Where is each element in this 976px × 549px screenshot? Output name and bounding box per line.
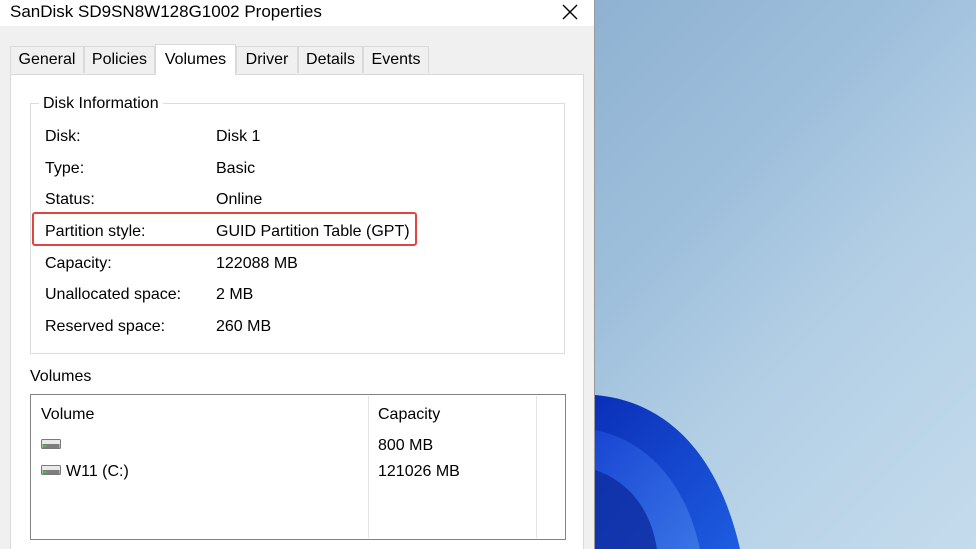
tab-general[interactable]: General	[10, 46, 84, 73]
close-button[interactable]	[556, 0, 584, 24]
volume-capacity[interactable]: 121026 MB	[378, 463, 460, 481]
disk-information-heading: Disk Information	[39, 95, 163, 113]
capacity-label: Capacity:	[45, 255, 112, 272]
window-title: SanDisk SD9SN8W128G1002 Properties	[10, 2, 322, 21]
tab-volumes[interactable]: Volumes	[155, 44, 236, 75]
capacity-value: 122088 MB	[216, 255, 298, 272]
reserved-space-value: 260 MB	[216, 318, 272, 335]
volume-name[interactable]: W11 (C:)	[66, 463, 129, 481]
tab-driver[interactable]: Driver	[236, 46, 298, 73]
disk-value: Disk 1	[216, 128, 261, 145]
tab-policies[interactable]: Policies	[84, 46, 155, 73]
reserved-space-label: Reserved space:	[45, 318, 166, 335]
wallpaper-bloom	[595, 395, 740, 549]
drive-icon	[41, 439, 61, 449]
properties-dialog: SanDisk SD9SN8W128G1002 Properties Gener…	[0, 0, 595, 549]
tab-details[interactable]: Details	[298, 46, 363, 73]
tab-events[interactable]: Events	[363, 46, 429, 73]
column-divider[interactable]	[536, 396, 537, 538]
drive-icon	[41, 465, 61, 475]
status-label: Status:	[45, 191, 95, 208]
partition-style-value: GUID Partition Table (GPT)	[216, 223, 410, 240]
volumes-heading: Volumes	[30, 368, 92, 385]
title-bar: SanDisk SD9SN8W128G1002 Properties	[0, 0, 594, 26]
column-header-capacity[interactable]: Capacity	[378, 406, 440, 424]
unallocated-space-label: Unallocated space:	[45, 286, 182, 303]
partition-style-label: Partition style:	[45, 223, 146, 240]
type-value: Basic	[216, 160, 256, 177]
desktop-wallpaper	[595, 0, 976, 549]
volume-capacity[interactable]: 800 MB	[378, 437, 433, 455]
disk-label: Disk:	[45, 128, 81, 145]
unallocated-space-value: 2 MB	[216, 286, 254, 303]
close-icon	[562, 4, 578, 20]
status-value: Online	[216, 191, 263, 208]
column-header-volume[interactable]: Volume	[41, 406, 94, 424]
column-divider[interactable]	[368, 396, 369, 538]
type-label: Type:	[45, 160, 85, 177]
